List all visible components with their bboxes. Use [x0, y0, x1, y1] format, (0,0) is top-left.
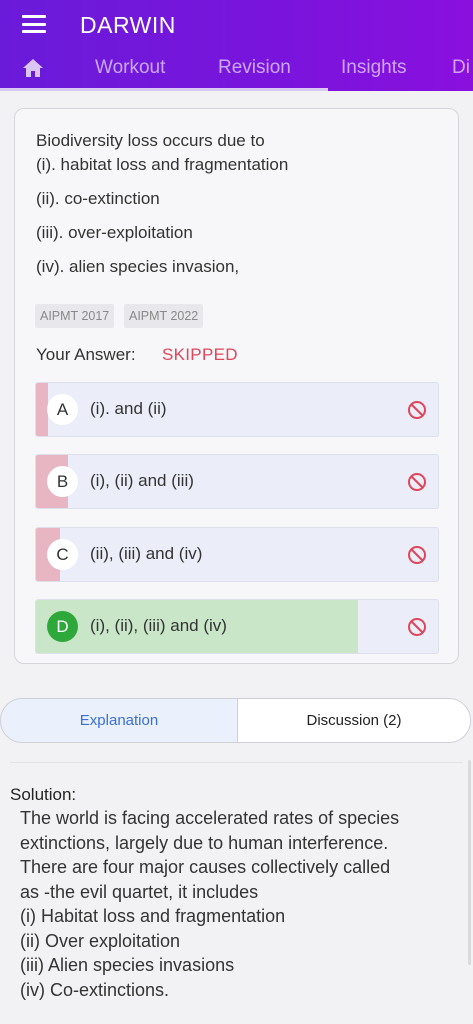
solution-line: (iii) Alien species invasions [20, 955, 235, 975]
tab-workout[interactable]: Workout [95, 57, 165, 79]
divider [10, 762, 463, 763]
app-title: DARWIN [80, 12, 176, 38]
tab-explanation[interactable]: Explanation [0, 698, 238, 743]
tab-indicator [0, 88, 328, 91]
menu-icon[interactable] [22, 15, 46, 35]
ban-icon [408, 546, 426, 564]
question-statement: (iv). alien species invasion, [36, 257, 240, 276]
solution-line: (iv) Co-extinctions. [20, 979, 170, 1000]
solution-line: (ii) Over exploitation [20, 930, 181, 951]
option-d[interactable]: D (i), (ii), (iii) and (iv) [35, 599, 439, 654]
option-letter-badge: D [47, 611, 78, 642]
question-text: Biodiversity loss occurs due to [36, 131, 265, 150]
home-icon[interactable] [22, 58, 44, 78]
solution-line: The world is facing accelerated rates of… [20, 808, 400, 828]
question-statement: (i). habitat loss and fragmentation [36, 155, 289, 174]
exam-tag: AIPMT 2017 [35, 304, 115, 328]
solution-line: (i) Habitat loss and fragmentation [20, 906, 286, 926]
option-text: (i). and (ii) [90, 399, 167, 418]
scrollbar[interactable] [468, 760, 471, 965]
question-card: Biodiversity loss occurs due to (i). hab… [14, 108, 459, 664]
ban-icon [408, 618, 426, 636]
solution-line: extinctions, largely due to human interf… [20, 832, 389, 853]
your-answer-label: Your Answer: [36, 345, 136, 364]
option-text: (i), (ii), (iii) and (iv) [90, 616, 227, 635]
exam-tag: AIPMT 2022 [124, 304, 204, 328]
tab-di[interactable]: Di [452, 57, 470, 79]
option-letter-badge: A [47, 394, 78, 425]
question-statement: (iii). over-exploitation [36, 223, 193, 242]
option-letter-badge: B [47, 466, 78, 497]
tab-bar: Workout Revision Insights Di [0, 48, 473, 91]
option-a[interactable]: A (i). and (ii) [35, 382, 439, 437]
option-text: (i), (ii) and (iii) [90, 471, 194, 490]
option-b[interactable]: B (i), (ii) and (iii) [35, 454, 439, 509]
ban-icon [408, 473, 426, 491]
solution-line: There are four major causes collectively… [20, 857, 391, 877]
app-bar: DARWIN Workout Revision Insights Di [0, 0, 473, 91]
option-letter-badge: C [47, 539, 78, 570]
option-c[interactable]: C (ii), (iii) and (iv) [35, 527, 439, 582]
your-answer-status: SKIPPED [162, 345, 238, 364]
ban-icon [408, 401, 426, 419]
tab-revision[interactable]: Revision [218, 57, 291, 79]
tab-insights[interactable]: Insights [341, 57, 406, 79]
solution-label: Solution: [10, 785, 77, 804]
question-statement: (ii). co-extinction [36, 189, 160, 208]
option-text: (ii), (iii) and (iv) [90, 544, 203, 563]
solution-line: as -the evil quartet, it includes [20, 881, 259, 902]
tab-discussion[interactable]: Discussion (2) [237, 698, 471, 743]
